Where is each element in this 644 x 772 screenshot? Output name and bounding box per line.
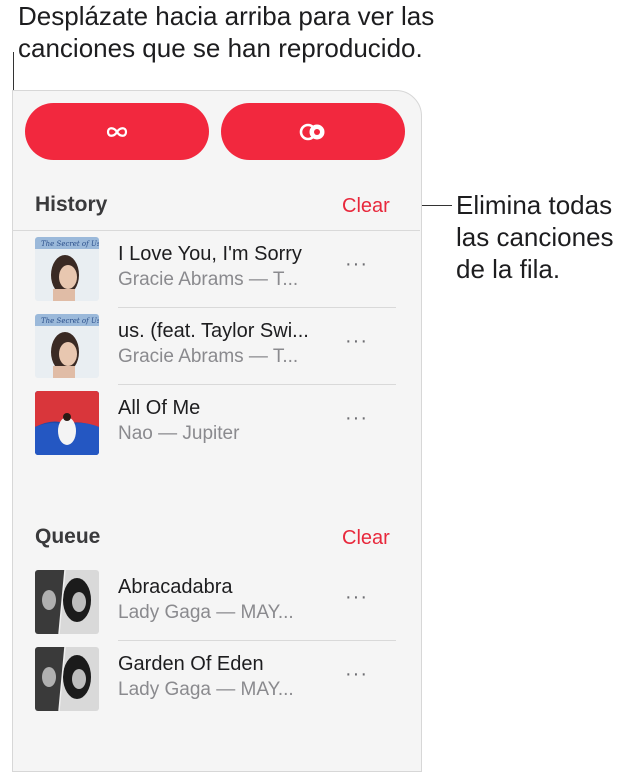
history-clear-button[interactable]: Clear <box>342 195 390 218</box>
artist-album: Lady Gaga — MAY... <box>118 679 294 700</box>
list-item[interactable]: Garden Of Eden Lady Gaga — MAY... ··· <box>35 647 395 711</box>
history-title: History <box>35 193 108 216</box>
song-title: Garden Of Eden <box>118 653 264 675</box>
divider <box>118 640 396 641</box>
song-title: All Of Me <box>118 397 201 419</box>
divider <box>12 230 420 231</box>
song-title: Abracadabra <box>118 576 233 598</box>
list-item[interactable]: The Secret of Us I Love You, I'm Sorry G… <box>35 237 395 301</box>
more-options-icon[interactable]: ··· <box>345 253 368 276</box>
divider <box>118 384 396 385</box>
album-art: The Secret of Us <box>35 237 99 301</box>
list-item[interactable]: Abracadabra Lady Gaga — MAY... ··· <box>35 570 395 634</box>
callout-clear-text: Elimina todas las canciones de la fila. <box>456 190 614 284</box>
song-title: us. (feat. Taylor Swi... <box>118 320 309 342</box>
song-title: I Love You, I'm Sorry <box>118 243 302 265</box>
svg-text:The Secret of Us: The Secret of Us <box>41 317 99 325</box>
more-options-icon[interactable]: ··· <box>345 407 368 430</box>
divider <box>118 307 396 308</box>
infinity-icon <box>106 126 128 137</box>
list-item[interactable]: All Of Me Nao — Jupiter ··· <box>35 391 395 455</box>
queue-clear-button[interactable]: Clear <box>342 527 390 550</box>
list-item[interactable]: The Secret of Us us. (feat. Taylor Swi..… <box>35 314 395 378</box>
autoplay-mix-button[interactable] <box>221 103 405 160</box>
artist-album: Lady Gaga — MAY... <box>118 602 294 623</box>
svg-text:The Secret of Us: The Secret of Us <box>41 240 99 248</box>
callout-scroll-up-text: Desplázate hacia arriba para ver las can… <box>18 1 435 63</box>
artist-album: Gracie Abrams — T... <box>118 346 299 367</box>
autoplay-button[interactable] <box>25 103 209 160</box>
more-options-icon[interactable]: ··· <box>345 663 368 686</box>
album-art <box>35 570 99 634</box>
album-art <box>35 391 99 455</box>
album-art: The Secret of Us <box>35 314 99 378</box>
more-options-icon[interactable]: ··· <box>345 330 368 353</box>
album-art <box>35 647 99 711</box>
artist-album: Nao — Jupiter <box>118 423 240 444</box>
autoplay-circles-icon <box>299 123 325 140</box>
artist-album: Gracie Abrams — T... <box>118 269 299 290</box>
queue-title: Queue <box>35 525 101 548</box>
more-options-icon[interactable]: ··· <box>345 586 368 609</box>
